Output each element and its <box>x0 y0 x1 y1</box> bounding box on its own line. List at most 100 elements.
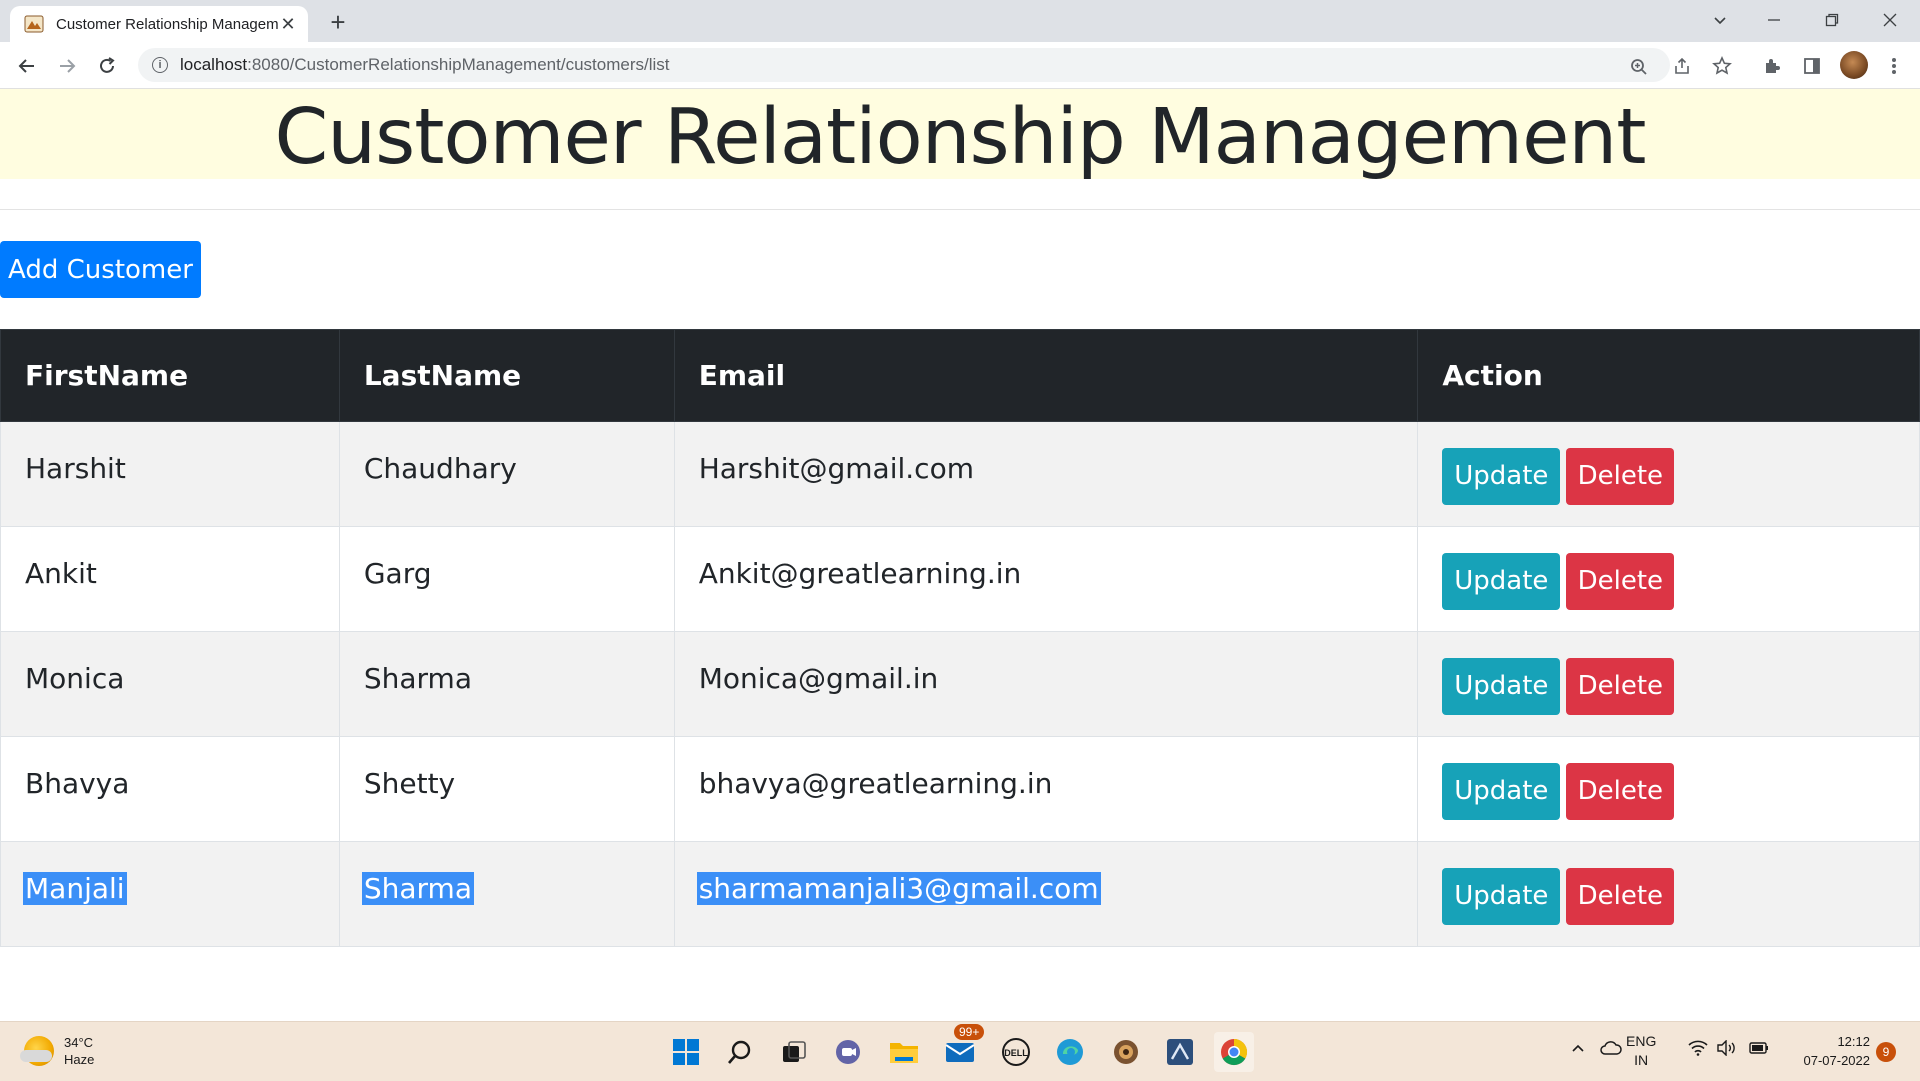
cell-firstname: Ankit <box>0 526 340 632</box>
table-row: Monica Sharma Monica@gmail.in Update Dele… <box>0 631 1920 737</box>
page-content: Customer Relationship Management Add Cus… <box>0 89 1920 1021</box>
volume-icon[interactable] <box>1716 1039 1738 1061</box>
update-button[interactable]: Update <box>1442 657 1561 715</box>
search-icon[interactable] <box>720 1032 760 1072</box>
cell-firstname: Manjali <box>0 841 340 947</box>
task-view-icon[interactable] <box>774 1032 814 1072</box>
update-button[interactable]: Update <box>1442 762 1561 820</box>
browser-tab-strip: Customer Relationship Managem ✕ + <box>0 0 1920 42</box>
new-tab-icon[interactable]: + <box>324 7 352 37</box>
tab-title: Customer Relationship Managem <box>56 15 278 33</box>
cell-lastname: Sharma <box>338 841 675 947</box>
share-icon[interactable] <box>1670 54 1694 78</box>
address-bar[interactable]: i localhost:8080/CustomerRelationshipMan… <box>138 48 1670 82</box>
start-icon[interactable] <box>666 1032 706 1072</box>
cell-actions: Update Delete <box>1417 421 1920 527</box>
table-row: Ankit Garg Ankit@greatlearning.in Update… <box>0 526 1920 632</box>
update-button[interactable]: Update <box>1442 447 1561 505</box>
cell-lastname: Sharma <box>338 631 675 737</box>
weather-widget[interactable]: 34°C Haze <box>20 1034 95 1068</box>
url-path: :8080/CustomerRelationshipManagement/cus… <box>247 55 670 74</box>
tab-search-icon[interactable] <box>1700 4 1740 36</box>
column-header-email: Email <box>673 329 1419 422</box>
language-indicator[interactable]: ENG IN <box>1626 1032 1656 1070</box>
delete-button[interactable]: Delete <box>1566 762 1675 820</box>
tray-chevron-icon[interactable] <box>1570 1040 1586 1061</box>
lastname-text: Sharma <box>363 661 472 695</box>
clock-time: 12:12 <box>1837 1034 1870 1049</box>
minimize-icon[interactable] <box>1754 4 1794 36</box>
weather-temp: 34°C <box>64 1035 94 1050</box>
cell-lastname: Shetty <box>338 736 675 842</box>
site-info-icon[interactable]: i <box>152 57 168 73</box>
lastname-text: Shetty <box>363 766 456 800</box>
svg-text:DELL: DELL <box>1004 1048 1028 1058</box>
zoom-icon[interactable] <box>1628 56 1650 78</box>
cell-email: Ankit@greatlearning.in <box>673 526 1419 632</box>
email-text: Ankit@greatlearning.in <box>698 556 1022 590</box>
page-title: Customer Relationship Management <box>274 93 1647 182</box>
tab-close-icon[interactable]: ✕ <box>278 14 298 34</box>
wifi-icon[interactable] <box>1688 1040 1708 1061</box>
lastname-text: Garg <box>363 556 432 590</box>
browser-tab[interactable]: Customer Relationship Managem ✕ <box>10 6 308 42</box>
firstname-text: Bhavya <box>25 766 130 800</box>
email-text: sharmamanjali3@gmail.com <box>696 871 1101 905</box>
email-text: Monica@gmail.in <box>698 661 939 695</box>
file-explorer-icon[interactable] <box>884 1032 924 1072</box>
ide-icon[interactable] <box>1160 1032 1200 1072</box>
add-customer-button[interactable]: Add Customer <box>0 241 201 298</box>
mail-icon[interactable]: 99+ <box>940 1024 985 1072</box>
close-window-icon[interactable] <box>1870 4 1910 36</box>
cell-email: Harshit@gmail.com <box>673 421 1419 527</box>
menu-kebab-icon[interactable] <box>1882 54 1906 78</box>
mail-badge: 99+ <box>954 1024 985 1040</box>
column-header-lastname: LastName <box>338 329 675 422</box>
customers-table: FirstName LastName Email Action Harshit … <box>0 329 1920 947</box>
side-panel-icon[interactable] <box>1800 54 1824 78</box>
profile-avatar[interactable] <box>1840 51 1868 79</box>
cell-actions: Update Delete <box>1417 736 1920 842</box>
lastname-text: Sharma <box>361 871 474 905</box>
chrome-icon[interactable] <box>1214 1032 1254 1072</box>
cell-lastname: Chaudhary <box>338 421 675 527</box>
delete-button[interactable]: Delete <box>1566 552 1675 610</box>
forward-icon[interactable] <box>50 49 84 83</box>
tab-favicon-icon <box>24 14 44 34</box>
table-row: Manjali Sharma sharmamanjali3@gmail.com … <box>0 841 1920 947</box>
back-icon[interactable] <box>10 49 44 83</box>
lang-bottom: IN <box>1634 1052 1649 1068</box>
delete-button[interactable]: Delete <box>1566 447 1675 505</box>
cell-lastname: Garg <box>338 526 675 632</box>
firstname-text: Harshit <box>25 451 126 485</box>
bookmark-star-icon[interactable] <box>1710 54 1734 78</box>
update-button[interactable]: Update <box>1442 552 1561 610</box>
dell-icon[interactable]: DELL <box>996 1032 1036 1072</box>
firstname-text: Ankit <box>25 556 97 590</box>
table-header-row: FirstName LastName Email Action <box>0 329 1920 422</box>
delete-button[interactable]: Delete <box>1566 867 1675 925</box>
app-icon[interactable] <box>1106 1032 1146 1072</box>
chat-icon[interactable] <box>828 1032 868 1072</box>
firstname-text: Manjali <box>23 871 127 905</box>
table-row: Bhavya Shetty bhavya@greatlearning.in Up… <box>0 736 1920 842</box>
cell-email: Monica@gmail.in <box>673 631 1419 737</box>
restore-icon[interactable] <box>1812 4 1852 36</box>
onedrive-icon[interactable] <box>1600 1040 1622 1061</box>
header-divider <box>0 209 1920 210</box>
system-clock[interactable]: 12:12 07-07-2022 <box>1780 1032 1871 1070</box>
clock-date: 07-07-2022 <box>1803 1053 1871 1068</box>
delete-button[interactable]: Delete <box>1566 657 1675 715</box>
edge-icon[interactable] <box>1050 1032 1090 1072</box>
firstname-text: Monica <box>25 661 125 695</box>
cell-email: bhavya@greatlearning.in <box>673 736 1419 842</box>
reload-icon[interactable] <box>90 49 124 83</box>
battery-icon[interactable] <box>1748 1040 1770 1061</box>
cell-firstname: Bhavya <box>0 736 340 842</box>
extensions-icon[interactable] <box>1760 54 1784 78</box>
lang-top: ENG <box>1626 1033 1657 1049</box>
weather-desc: Haze <box>64 1052 95 1067</box>
notification-badge[interactable]: 9 <box>1876 1042 1896 1062</box>
update-button[interactable]: Update <box>1442 867 1561 925</box>
cell-actions: Update Delete <box>1417 526 1920 632</box>
